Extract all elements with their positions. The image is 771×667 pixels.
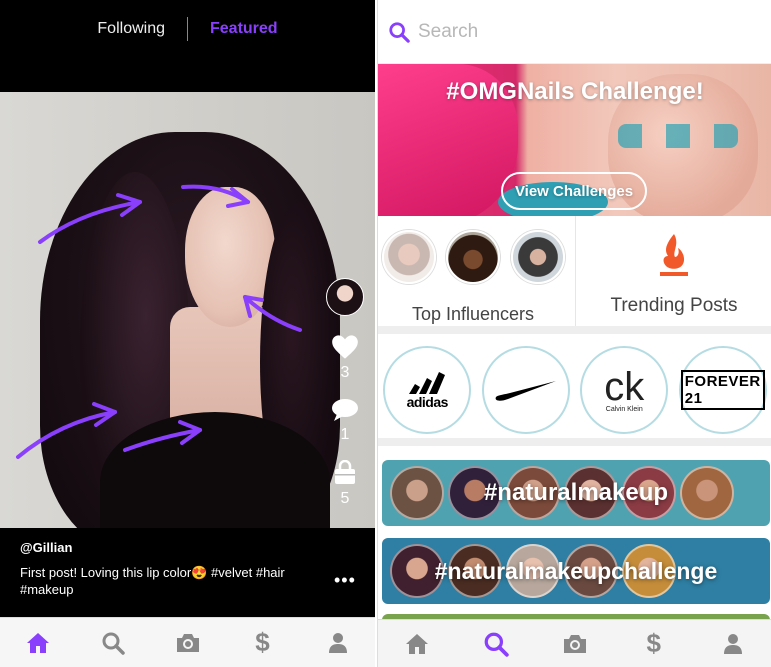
tab-following[interactable]: Following [75, 20, 187, 38]
brand-list: adidas ck Calvin Klein FOREVER 21 [378, 342, 771, 446]
hashtag-card[interactable]: #naturalmakeup [382, 460, 770, 526]
comment-count: 1 [340, 426, 350, 443]
feed-tabs: Following Featured [0, 0, 375, 58]
search-icon [389, 21, 410, 43]
brand-adidas[interactable]: adidas [383, 346, 472, 434]
adidas-logo: adidas [405, 370, 449, 410]
search-icon[interactable] [481, 629, 511, 659]
flame-icon [660, 234, 688, 276]
comment-action[interactable]: 1 [331, 398, 359, 444]
tab-featured[interactable]: Featured [188, 20, 300, 38]
brand-nike[interactable] [481, 346, 570, 434]
top-influencers-label: Top Influencers [411, 304, 535, 324]
influencer-avatar[interactable] [446, 230, 500, 284]
shop-count: 5 [340, 490, 350, 507]
shop-action[interactable]: 5 [332, 460, 358, 508]
author-avatar[interactable] [326, 278, 364, 316]
brand-forever21[interactable]: FOREVER 21 [678, 346, 767, 434]
post-username[interactable]: @Gillian [20, 540, 320, 555]
search-icon[interactable] [98, 628, 128, 658]
more-options-icon[interactable]: ••• [334, 570, 356, 591]
annotation-arrows [16, 184, 302, 459]
influencer-avatar[interactable] [511, 230, 565, 284]
hashtag-label: #naturalmakeupchallenge [434, 557, 718, 584]
profile-icon[interactable] [718, 629, 748, 659]
post-actions: 3 1 5 [325, 278, 365, 508]
brand-calvin-klein[interactable]: ck Calvin Klein [580, 346, 669, 434]
banner-nails-shape [618, 124, 738, 148]
profile-icon[interactable] [323, 628, 353, 658]
like-action[interactable]: 3 [331, 334, 359, 382]
dollar-icon[interactable]: $ [248, 627, 278, 658]
hashtag-label: #naturalmakeup [483, 479, 669, 506]
bottom-nav: $ [378, 619, 771, 667]
home-icon[interactable] [23, 628, 53, 658]
view-challenges-button[interactable]: View Challenges [501, 172, 647, 210]
post-text: First post! Loving this lip color😍 #velv… [20, 565, 285, 597]
challenge-banner[interactable]: #OMGNails Challenge! View Challenges [378, 64, 771, 216]
nike-swoosh-icon [495, 381, 556, 401]
banner-title: #OMGNails Challenge! [446, 78, 704, 105]
top-influencers-card[interactable]: Top Influencers [378, 216, 576, 326]
search-input[interactable]: Search [418, 21, 478, 43]
trending-posts-card[interactable]: Trending Posts [576, 216, 771, 326]
discover-screen: Search #OMGNails Challenge! View Challen… [377, 0, 771, 667]
trending-posts-label: Trending Posts [610, 295, 738, 316]
search-bar[interactable]: Search [378, 0, 771, 64]
comment-icon[interactable] [331, 398, 359, 422]
home-icon[interactable] [402, 629, 432, 659]
discover-categories: Top Influencers Trending Posts [378, 216, 771, 334]
camera-icon[interactable] [173, 628, 203, 658]
post-caption: @Gillian First post! Loving this lip col… [20, 540, 320, 598]
hashtag-card[interactable]: #naturalmakeupchallenge [382, 538, 770, 604]
like-count: 3 [340, 364, 350, 381]
camera-icon[interactable] [560, 629, 590, 659]
bottom-nav: $ [0, 617, 375, 667]
post-photo[interactable] [0, 92, 375, 528]
influencer-avatar[interactable] [382, 230, 436, 284]
heart-icon[interactable] [331, 334, 359, 360]
calvin-klein-logo: ck Calvin Klein [604, 364, 645, 413]
feed-screen: Following Featured 3 1 5 @Gillian First … [0, 0, 375, 667]
shopping-bag-icon[interactable] [332, 460, 358, 486]
dollar-icon[interactable]: $ [639, 628, 669, 659]
